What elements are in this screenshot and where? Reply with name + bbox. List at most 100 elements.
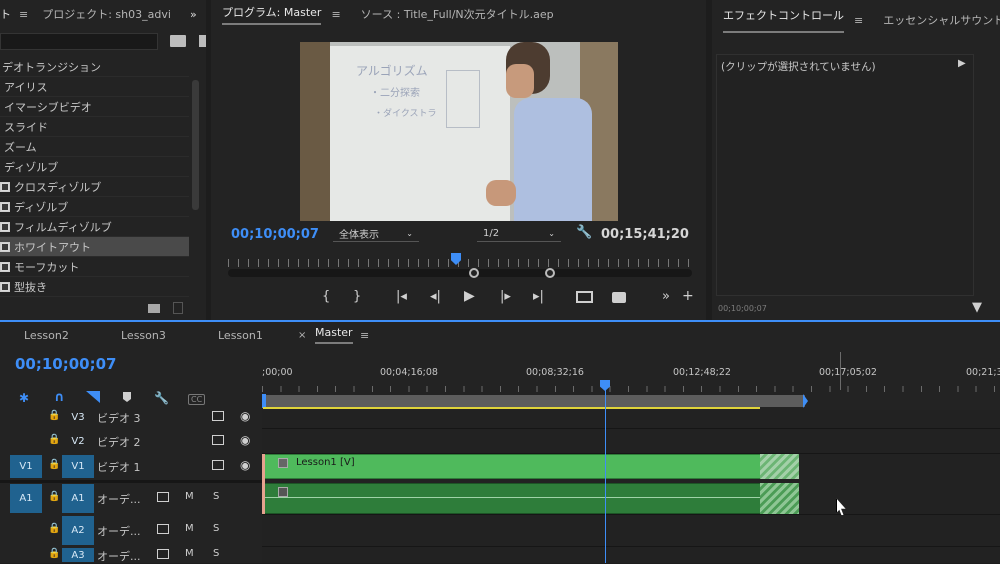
eye-icon[interactable]: ◉ [240, 433, 250, 447]
tab-essential-sound[interactable]: エッセンシャルサウンド [883, 12, 1000, 28]
effect-item[interactable]: イマーシブビデオ [0, 97, 189, 117]
track-source-target-v1[interactable]: V1 [10, 455, 42, 478]
track-id-v1[interactable]: V1 [62, 455, 94, 478]
track-source-target-a1[interactable]: A1 [10, 484, 42, 513]
export-frame-icon[interactable] [612, 292, 626, 303]
ruler-label-4: 00;17;05;02 [819, 367, 877, 378]
mark-in-icon[interactable]: { [322, 289, 330, 304]
track-id-v3[interactable]: V3 [62, 407, 94, 427]
new-preset-bin-icon[interactable] [170, 35, 186, 47]
effect-item[interactable]: スライド [0, 117, 189, 137]
work-area-bar[interactable] [263, 395, 805, 407]
timeline-current-timecode[interactable]: 00;10;00;07 [15, 355, 117, 373]
program-duration: 00;15;41;20 [601, 227, 689, 242]
effects-category[interactable]: デオトランジション [0, 57, 189, 77]
mute-button[interactable]: M [185, 523, 194, 534]
tab-program[interactable]: プログラム: Master [222, 4, 322, 25]
go-to-in-icon[interactable]: |◂ [396, 289, 407, 304]
effect-item[interactable]: モーフカット [0, 257, 189, 277]
track-id-a3[interactable]: A3 [62, 548, 94, 562]
solo-button[interactable]: S [213, 548, 219, 559]
zoom-handle-right[interactable] [545, 268, 555, 278]
audio-clip-lesson1[interactable] [264, 483, 761, 514]
captions-icon[interactable]: CC [188, 394, 206, 405]
new-bin-icon[interactable] [148, 304, 160, 313]
bookshelf-left [300, 42, 330, 221]
program-current-timecode[interactable]: 00;10;00;07 [231, 227, 319, 242]
effect-item[interactable]: クロスディゾルブ [0, 177, 189, 197]
mute-button[interactable]: M [185, 491, 194, 502]
timeline-settings-wrench-icon[interactable]: 🔧 [154, 391, 169, 405]
track-id-v2[interactable]: V2 [62, 431, 94, 451]
zoom-scrollbar[interactable] [228, 269, 692, 277]
solo-button[interactable]: S [213, 523, 219, 534]
effect-item[interactable]: フィルムディゾルブ [0, 217, 189, 237]
go-to-out-icon[interactable]: ▸| [533, 289, 544, 304]
lock-icon[interactable]: 🔒 [48, 491, 60, 502]
ruler-label-2: 00;08;32;16 [526, 367, 584, 378]
safe-margins-icon[interactable] [576, 291, 593, 303]
toggle-sync-lock-icon[interactable] [212, 411, 224, 421]
expand-arrow-icon[interactable]: ▶ [958, 58, 966, 69]
toggle-sync-lock-icon[interactable] [212, 435, 224, 445]
lock-icon[interactable]: 🔒 [48, 434, 60, 445]
voice-over-record-icon[interactable] [157, 524, 169, 534]
solo-button[interactable]: S [213, 491, 219, 502]
effect-item[interactable]: アイリス [0, 77, 189, 97]
tab-effect-controls[interactable]: エフェクトコントロール [723, 7, 844, 33]
effects-search-input[interactable] [0, 33, 158, 50]
effect-item[interactable]: ディゾルブ [0, 197, 189, 217]
effect-item[interactable]: ホワイトアウト [0, 237, 189, 257]
work-area-start-handle[interactable] [262, 394, 266, 408]
effect-item-label: ズーム [4, 140, 37, 154]
close-tab-icon[interactable]: × [298, 330, 306, 341]
snap-magnet-icon[interactable]: ∩ [54, 390, 65, 405]
play-icon[interactable]: ▶ [464, 288, 475, 304]
effects-scrollbar[interactable] [192, 80, 199, 210]
panel-menu-icon[interactable]: ≡ [331, 8, 340, 21]
tab-master[interactable]: Master [315, 326, 353, 344]
toggle-sync-lock-icon[interactable] [212, 460, 224, 470]
add-button-icon[interactable]: + [682, 288, 694, 304]
voice-over-record-icon[interactable] [157, 492, 169, 502]
mute-button[interactable]: M [185, 548, 194, 559]
tab-lesson3[interactable]: Lesson3 [121, 329, 166, 342]
video-clip-lesson1[interactable]: Lesson1 [V] [264, 454, 761, 479]
panel-menu-icon[interactable]: ≡ [360, 329, 369, 342]
step-forward-icon[interactable]: |▸ [500, 289, 511, 304]
more-controls-icon[interactable]: » [662, 289, 670, 304]
project-tab[interactable]: プロジェクト: sh03_advi [42, 6, 171, 22]
lock-icon[interactable]: 🔒 [48, 548, 60, 559]
tab-source[interactable]: ソース : Title_Full/N次元タイトル.aep [361, 6, 554, 22]
trash-icon[interactable] [173, 302, 183, 314]
nest-sequence-icon[interactable]: ✱ [19, 391, 29, 405]
voice-over-record-icon[interactable] [157, 549, 169, 559]
track-name-a3: オーデ... [97, 550, 141, 563]
effect-item[interactable]: ディゾルブ [0, 157, 189, 177]
yuv-filter-icon[interactable] [199, 35, 206, 47]
zoom-handle-left[interactable] [469, 268, 479, 278]
resolution-dropdown[interactable]: 1/2 ⌄ [477, 225, 561, 242]
expand-panels-icon[interactable]: » [190, 8, 197, 21]
eye-icon[interactable]: ◉ [240, 409, 250, 423]
filter-icon[interactable]: ▼ [972, 300, 982, 315]
settings-wrench-icon[interactable]: 🔧 [576, 225, 592, 240]
effect-item[interactable]: 型抜き [0, 277, 189, 297]
tab-lesson1[interactable]: Lesson1 [218, 329, 263, 342]
eye-icon[interactable]: ◉ [240, 458, 250, 472]
step-back-icon[interactable]: ◂| [430, 289, 441, 304]
effect-item[interactable]: ズーム [0, 137, 189, 157]
lock-icon[interactable]: 🔒 [48, 459, 60, 470]
track-id-a1[interactable]: A1 [62, 484, 94, 513]
lock-icon[interactable]: 🔒 [48, 523, 60, 534]
fit-dropdown[interactable]: 全体表示 ⌄ [333, 225, 419, 242]
lock-icon[interactable]: 🔒 [48, 410, 60, 421]
panel-menu-icon[interactable]: ≡ [854, 14, 863, 27]
effects-tab-fragment[interactable]: ト [0, 6, 11, 22]
video-transition[interactable] [760, 454, 799, 479]
panel-menu-icon[interactable]: ≡ [19, 8, 28, 21]
audio-transition[interactable] [760, 483, 799, 514]
tab-lesson2[interactable]: Lesson2 [24, 329, 69, 342]
track-id-a2[interactable]: A2 [62, 516, 94, 545]
mark-out-icon[interactable]: } [353, 289, 361, 304]
